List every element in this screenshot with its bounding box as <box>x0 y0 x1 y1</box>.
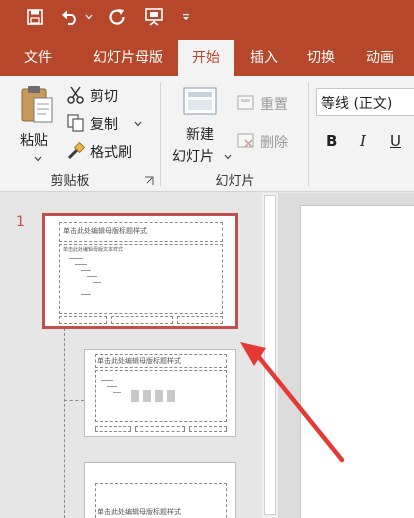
body-level-line <box>81 270 91 271</box>
new-slide-label-line1: 新建 <box>186 127 214 143</box>
reset-button[interactable]: 重置 <box>236 92 300 116</box>
reset-label: 重置 <box>260 97 288 113</box>
layout-thumbnail[interactable]: 单击此处编辑母版标题样式 <box>84 349 236 437</box>
ribbon: 粘贴 剪切 复制 格式刷 剪贴板 新建 幻灯片 重置 删除 幻灯片 等线 (正文… <box>0 76 414 192</box>
footer-placeholder <box>189 426 227 432</box>
scrollbar-thumb[interactable] <box>264 195 276 515</box>
body-level-line <box>69 258 83 259</box>
footer-placeholder <box>59 316 107 324</box>
body-level-line <box>107 386 117 387</box>
delete-slide-icon <box>237 133 254 148</box>
slide-number: 1 <box>16 214 25 230</box>
group-separator <box>160 82 161 186</box>
save-button[interactable] <box>22 4 48 30</box>
redo-button[interactable] <box>104 4 130 30</box>
customize-icon <box>183 14 189 20</box>
format-painter-label: 格式刷 <box>90 145 132 161</box>
paintbrush-icon <box>67 141 86 160</box>
paste-button[interactable]: 粘贴 <box>14 84 60 164</box>
layout-title-text: 单击此处编辑母版标题样式 <box>97 508 181 516</box>
font-name-select[interactable]: 等线 (正文) <box>316 88 414 116</box>
layout-connector <box>64 328 65 518</box>
clipboard-icon <box>21 86 53 123</box>
master-body-text: 单击此处编辑母版文本样式 <box>63 247 124 253</box>
repeat-icon <box>109 9 125 25</box>
footer-placeholder <box>135 426 185 432</box>
format-painter-button[interactable]: 格式刷 <box>64 140 142 164</box>
layout-thumbnail[interactable]: 单击此处编辑母版标题样式 <box>84 462 236 518</box>
footer-placeholder <box>95 426 131 432</box>
chevron-down-icon <box>85 14 93 20</box>
cut-label: 剪切 <box>90 89 118 105</box>
chevron-down-icon <box>34 156 42 162</box>
chevron-down-icon <box>134 121 142 127</box>
master-title-text: 单击此处编辑母版标题样式 <box>63 227 147 235</box>
body-placeholder <box>59 244 223 314</box>
slide-master-thumbnail[interactable]: 单击此处编辑母版标题样式 单击此处编辑母版文本样式 <box>42 213 238 329</box>
new-slide-icon <box>183 87 217 115</box>
undo-icon <box>62 10 76 25</box>
copy-label: 复制 <box>90 117 118 133</box>
copy-icon <box>67 114 84 132</box>
slide-editor-area[interactable] <box>278 193 414 518</box>
layout-connector <box>64 400 84 401</box>
undo-button[interactable] <box>58 4 82 30</box>
footer-placeholder <box>111 316 173 324</box>
tab-transitions[interactable]: 切换 <box>292 40 350 76</box>
save-icon <box>27 9 43 25</box>
bold-button[interactable]: B <box>326 132 337 150</box>
clipboard-group-label: 剪贴板 <box>50 174 90 189</box>
cut-button[interactable]: 剪切 <box>64 84 134 108</box>
tab-file[interactable]: 文件 <box>10 40 66 76</box>
slides-group-label: 幻灯片 <box>215 174 255 189</box>
body-level-line <box>93 282 101 283</box>
slide-canvas[interactable] <box>300 205 414 518</box>
reset-icon <box>237 95 254 110</box>
content-icons <box>131 390 181 402</box>
group-separator <box>308 82 309 186</box>
pane-scrollbar[interactable] <box>262 193 278 518</box>
paste-label: 粘贴 <box>20 133 48 149</box>
body-level-line <box>75 264 87 265</box>
body-level-line <box>87 276 97 277</box>
presentation-button[interactable] <box>140 4 168 30</box>
customize-toolbar-button[interactable] <box>178 4 194 30</box>
delete-slide-button[interactable]: 删除 <box>236 130 300 154</box>
copy-button[interactable]: 复制 <box>64 112 146 136</box>
tab-animations[interactable]: 动画 <box>352 40 408 76</box>
tab-slide-master[interactable]: 幻灯片母版 <box>78 40 178 76</box>
dialog-launcher-icon[interactable] <box>144 176 154 186</box>
body-level-line <box>81 294 91 295</box>
footer-placeholder <box>177 316 223 324</box>
projector-icon <box>145 8 163 26</box>
quick-access-toolbar <box>0 0 414 34</box>
layout-title-text: 单击此处编辑母版标题样式 <box>97 357 181 365</box>
undo-dropdown-button[interactable] <box>83 4 95 30</box>
chevron-down-icon <box>224 154 232 160</box>
font-name-value: 等线 (正文) <box>321 96 393 112</box>
ribbon-tabs: 文件 幻灯片母版 开始 插入 切换 动画 <box>0 34 414 76</box>
new-slide-label-line2: 幻灯片 <box>172 149 214 165</box>
body-level-line <box>113 392 121 393</box>
tab-insert[interactable]: 插入 <box>236 40 292 76</box>
delete-label: 删除 <box>260 135 288 151</box>
body-level-line <box>101 380 113 381</box>
scissors-icon <box>67 86 84 104</box>
italic-button[interactable]: I <box>360 132 366 150</box>
underline-button[interactable]: U <box>390 132 401 150</box>
new-slide-button[interactable]: 新建 幻灯片 <box>168 84 234 166</box>
tab-home[interactable]: 开始 <box>178 40 234 76</box>
